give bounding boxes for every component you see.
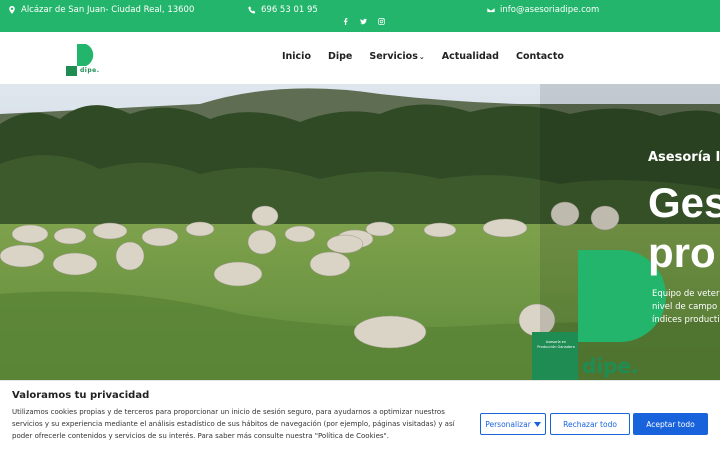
caret-down-icon	[533, 421, 541, 427]
instagram-icon[interactable]	[377, 17, 386, 26]
twitter-icon[interactable]	[359, 17, 368, 26]
cookie-title: Valoramos tu privacidad	[12, 390, 150, 401]
main-nav: Inicio Dipe Servicios⌄ Actualidad Contac…	[282, 51, 564, 62]
logo-text: dipe.	[80, 67, 100, 74]
address-item: Alcázar de San Juan- Ciudad Real, 13600	[8, 5, 194, 15]
email-text[interactable]: info@asesoriadipe.com	[500, 5, 599, 15]
map-marker-icon	[9, 6, 15, 14]
nav-actualidad[interactable]: Actualidad	[442, 51, 499, 62]
nav-servicios[interactable]: Servicios⌄	[369, 51, 424, 62]
hero-title-line-2: pro	[648, 229, 716, 276]
hero-section: Asesoría en Producción Ganadera dipe. As…	[0, 84, 720, 380]
address-text: Alcázar de San Juan- Ciudad Real, 13600	[21, 5, 195, 15]
phone-text[interactable]: 696 53 01 95	[261, 5, 318, 15]
nav-dipe[interactable]: Dipe	[328, 51, 352, 62]
envelope-icon	[487, 7, 495, 13]
site-header: dipe. Inicio Dipe Servicios⌄ Actualidad …	[0, 32, 720, 84]
customize-label: Personalizar	[485, 419, 531, 429]
sign-logo-text: dipe.	[582, 354, 639, 378]
nav-inicio[interactable]: Inicio	[282, 51, 311, 62]
facebook-icon[interactable]	[341, 17, 350, 26]
hero-title: Ges pro	[648, 178, 720, 278]
hero-background-image	[0, 84, 720, 380]
nav-contacto[interactable]: Contacto	[516, 51, 564, 62]
chevron-down-icon: ⌄	[418, 53, 425, 61]
phone-icon	[248, 6, 256, 14]
hero-desc-line-1: Equipo de veter	[652, 289, 720, 299]
reject-all-button[interactable]: Rechazar todo	[550, 413, 630, 435]
email-item[interactable]: info@asesoriadipe.com	[487, 5, 599, 15]
hero-description: Equipo de veter nivel de campo índices p…	[652, 288, 720, 327]
cookie-text: Utilizamos cookies propias y de terceros…	[12, 408, 455, 440]
hero-desc-line-2: nivel de campo	[652, 302, 718, 312]
accept-all-button[interactable]: Aceptar todo	[633, 413, 708, 435]
hero-title-line-1: Ges	[648, 179, 720, 226]
nav-servicios-label: Servicios	[369, 51, 418, 62]
cookie-consent-banner: Valoramos tu privacidad Utilizamos cooki…	[0, 380, 720, 450]
top-contact-bar: Alcázar de San Juan- Ciudad Real, 13600 …	[0, 0, 720, 32]
hero-desc-line-3: índices producti	[652, 315, 720, 325]
phone-item[interactable]: 696 53 01 95	[248, 5, 318, 15]
customize-button[interactable]: Personalizar	[480, 413, 546, 435]
sign-caption: Asesoría en Producción Ganadera	[537, 340, 575, 349]
social-links	[341, 17, 386, 26]
hero-subtitle: Asesoría I	[648, 150, 720, 165]
